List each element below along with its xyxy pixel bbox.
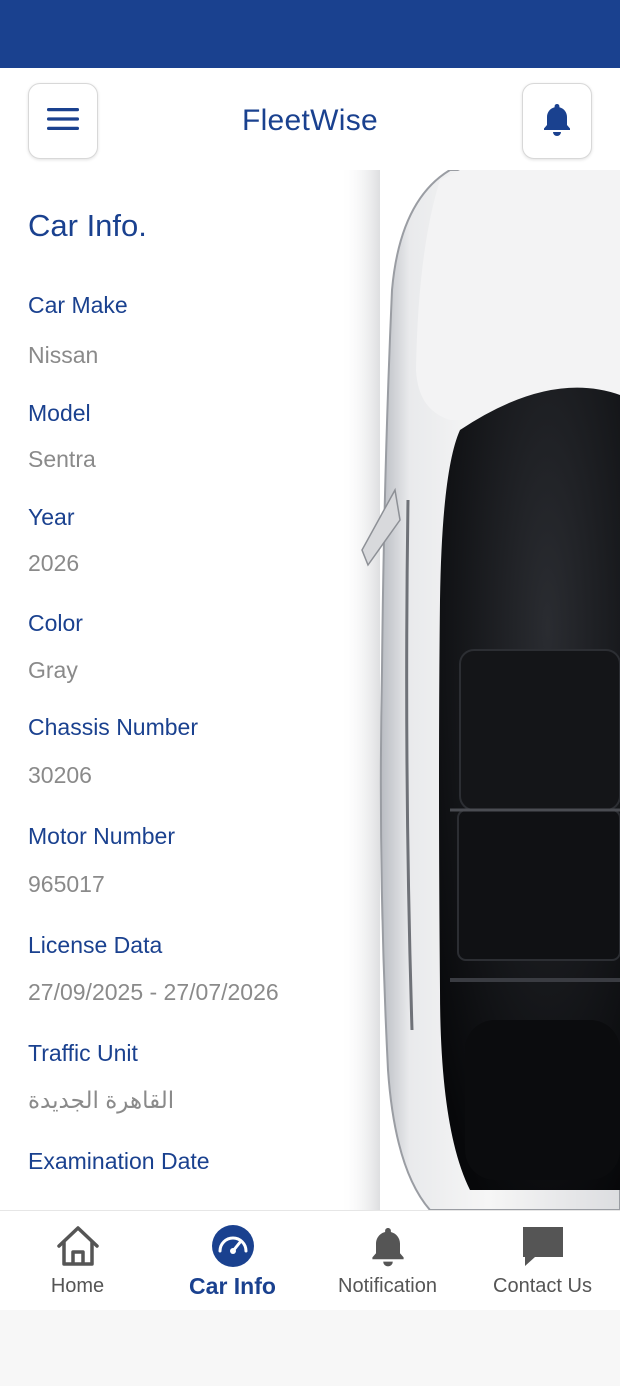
nav-home[interactable]: Home bbox=[0, 1211, 155, 1311]
chat-bubble-icon bbox=[521, 1223, 565, 1269]
notification-button[interactable] bbox=[522, 83, 592, 159]
nav-car-info-label: Car Info bbox=[189, 1273, 276, 1299]
traffic-unit-value: القاهرة الجديدة bbox=[28, 1087, 175, 1113]
color-label: Color bbox=[28, 610, 83, 636]
app-header: FleetWise bbox=[0, 68, 620, 170]
bottom-navigation: Home Car Info Notification Contact Us bbox=[0, 1210, 620, 1310]
car-make-value: Nissan bbox=[28, 342, 99, 368]
model-label: Model bbox=[28, 400, 91, 426]
year-value: 2026 bbox=[28, 550, 80, 576]
chassis-number-label: Chassis Number bbox=[28, 714, 198, 740]
system-area bbox=[0, 1310, 620, 1386]
year-label: Year bbox=[28, 504, 75, 530]
model-value: Sentra bbox=[28, 446, 96, 472]
section-title: Car Info. bbox=[28, 208, 147, 243]
nav-car-info[interactable]: Car Info bbox=[155, 1211, 310, 1311]
status-bar bbox=[0, 0, 620, 68]
motor-number-label: Motor Number bbox=[28, 823, 175, 849]
speedometer-icon bbox=[211, 1223, 255, 1269]
nav-notification-label: Notification bbox=[338, 1275, 437, 1297]
nav-contact-us[interactable]: Contact Us bbox=[465, 1211, 620, 1311]
home-icon bbox=[55, 1223, 101, 1269]
color-value: Gray bbox=[28, 657, 78, 683]
traffic-unit-label: Traffic Unit bbox=[28, 1040, 138, 1066]
motor-number-value: 965017 bbox=[28, 871, 105, 897]
car-top-view-image bbox=[340, 170, 620, 1210]
license-data-value: 27/09/2025 - 27/07/2026 bbox=[28, 979, 279, 1005]
bell-icon bbox=[370, 1223, 406, 1269]
license-data-label: License Data bbox=[28, 932, 163, 958]
nav-notification[interactable]: Notification bbox=[310, 1211, 465, 1311]
chassis-number-value: 30206 bbox=[28, 762, 92, 788]
car-info-screen: Car Info. Car Make Nissan Model Sentra Y… bbox=[0, 170, 620, 1210]
bell-icon bbox=[542, 102, 572, 141]
nav-contact-us-label: Contact Us bbox=[493, 1275, 592, 1297]
car-make-label: Car Make bbox=[28, 292, 128, 318]
examination-date-label: Examination Date bbox=[28, 1148, 210, 1174]
nav-home-label: Home bbox=[50, 1275, 105, 1297]
